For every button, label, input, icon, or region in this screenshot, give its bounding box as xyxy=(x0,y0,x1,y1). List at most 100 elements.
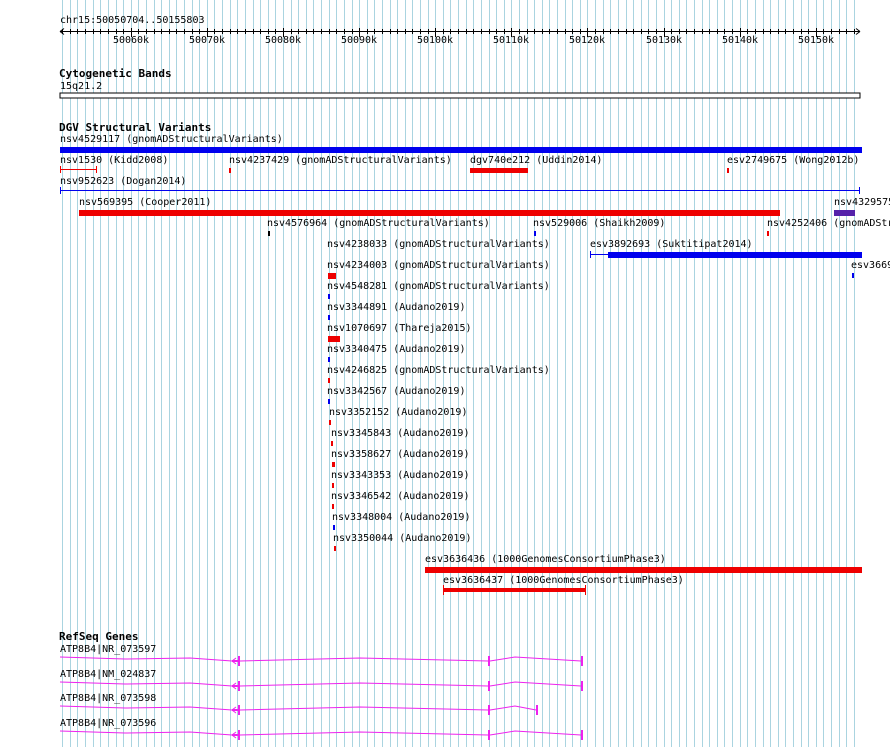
dgv-feature-esv3892693[interactable] xyxy=(590,251,862,258)
dgv-feature-nsv3352152[interactable] xyxy=(329,420,331,425)
dgv-feature-nsv3342567[interactable] xyxy=(328,399,330,404)
feature-start-cap xyxy=(590,251,591,258)
dgv-feature-label[interactable]: nsv4329575 xyxy=(834,197,890,208)
dgv-feature-label[interactable]: nsv4237429 (gnomADStructuralVariants) xyxy=(229,155,452,166)
dgv-feature-esv3669[interactable] xyxy=(852,273,854,278)
dgv-feature-label[interactable]: nsv3345843 (Audano2019) xyxy=(331,428,469,439)
dgv-feature-nsv4548281[interactable] xyxy=(328,294,330,299)
dgv-feature-label[interactable]: nsv3350044 (Audano2019) xyxy=(333,533,471,544)
dgv-feature-nsv569395[interactable] xyxy=(79,210,780,216)
dgv-feature-label[interactable]: nsv569395 (Cooper2011) xyxy=(79,197,211,208)
dgv-feature-label[interactable]: nsv4234003 (gnomADStructuralVariants) xyxy=(327,260,550,271)
dgv-feature-label[interactable]: nsv4246825 (gnomADStructuralVariants) xyxy=(327,365,550,376)
genome-browser-panel: chr15:50050704..50155803 50060k 50070k 500… xyxy=(0,0,890,747)
dgv-feature-label[interactable]: nsv3340475 (Audano2019) xyxy=(327,344,465,355)
dgv-feature-nsv4329575[interactable] xyxy=(834,210,855,216)
ruler-tick-label: 50100k xyxy=(416,35,454,46)
dgv-feature-nsv529006[interactable] xyxy=(534,231,536,236)
dgv-track-title: DGV Structural Variants xyxy=(59,121,212,134)
dgv-feature-nsv4529117[interactable] xyxy=(60,147,862,153)
dgv-feature-label[interactable]: nsv1070697 (Thareja2015) xyxy=(327,323,472,334)
exon xyxy=(488,705,490,715)
dgv-feature-label[interactable]: nsv3344891 (Audano2019) xyxy=(327,302,465,313)
dgv-feature-label[interactable]: nsv3343353 (Audano2019) xyxy=(331,470,469,481)
ruler-tick-label: 50130k xyxy=(645,35,683,46)
dgv-feature-nsv3346542[interactable] xyxy=(332,504,334,509)
dgv-feature-label[interactable]: nsv4252406 (gnomADStru xyxy=(767,218,890,229)
dgv-feature-label[interactable]: esv3636437 (1000GenomesConsortiumPhase3) xyxy=(443,575,684,586)
ruler-tick-label: 50090k xyxy=(340,35,378,46)
dgv-feature-esv3636436[interactable] xyxy=(425,567,862,573)
dgv-feature-label[interactable]: nsv3348004 (Audano2019) xyxy=(332,512,470,523)
dgv-feature-nsv1070697[interactable] xyxy=(328,336,340,342)
feature-start-cap xyxy=(60,187,61,194)
intron-line xyxy=(489,681,582,687)
refseq-track-title: RefSeq Genes xyxy=(59,630,139,643)
dgv-feature-nsv4246825[interactable] xyxy=(328,378,330,383)
intron-line xyxy=(59,705,233,711)
ruler-tick-label: 50140k xyxy=(721,35,759,46)
dgv-feature-label[interactable]: nsv3346542 (Audano2019) xyxy=(331,491,469,502)
dgv-feature-label[interactable]: esv2749675 (Wong2012b) xyxy=(727,155,859,166)
dgv-feature-nsv4234003[interactable] xyxy=(328,273,336,279)
dgv-feature-esv3636437[interactable] xyxy=(443,585,586,595)
exon xyxy=(488,681,490,691)
intron-line xyxy=(239,682,489,687)
exon xyxy=(232,709,240,711)
dgv-feature-label[interactable]: nsv4548281 (gnomADStructuralVariants) xyxy=(327,281,550,292)
feature-body xyxy=(608,252,862,258)
transcript-label[interactable]: ATP8B4|NR_073596 xyxy=(60,718,156,729)
exon xyxy=(488,730,490,740)
intron-line xyxy=(59,681,233,687)
feature-end-cap xyxy=(585,585,586,595)
transcript-ATP8B4|NR_073598[interactable] xyxy=(59,705,538,715)
dgv-feature-nsv952623[interactable] xyxy=(60,187,860,194)
feature-body xyxy=(443,588,586,592)
transcript-label[interactable]: ATP8B4|NR_073597 xyxy=(60,644,156,655)
dgv-feature-label[interactable]: nsv4238033 (gnomADStructuralVariants) xyxy=(327,239,550,250)
transcript-label[interactable]: ATP8B4|NR_073598 xyxy=(60,693,156,704)
feature-body xyxy=(60,169,97,170)
feature-end-cap xyxy=(96,166,97,173)
dgv-feature-label[interactable]: esv3669 xyxy=(851,260,890,271)
dgv-feature-label[interactable]: nsv1530 (Kidd2008) xyxy=(60,155,168,166)
feature-start-cap xyxy=(60,166,61,173)
feature-connector xyxy=(590,254,608,255)
dgv-feature-nsv3350044[interactable] xyxy=(334,546,336,551)
dgv-feature-nsv3358627[interactable] xyxy=(332,462,335,467)
dgv-feature-nsv3344891[interactable] xyxy=(328,315,330,320)
dgv-feature-label[interactable]: nsv529006 (Shaikh2009) xyxy=(533,218,665,229)
transcript-ATP8B4|NM_024837[interactable] xyxy=(59,681,583,691)
dgv-feature-label[interactable]: esv3892693 (Suktitipat2014) xyxy=(590,239,753,250)
dgv-feature-nsv3340475[interactable] xyxy=(328,357,330,362)
dgv-feature-label[interactable]: nsv3352152 (Audano2019) xyxy=(329,407,467,418)
dgv-feature-nsv1530[interactable] xyxy=(60,166,97,173)
exon xyxy=(232,685,240,687)
dgv-feature-label[interactable]: esv3636436 (1000GenomesConsortiumPhase3) xyxy=(425,554,666,565)
dgv-feature-nsv4237429[interactable] xyxy=(229,168,231,173)
dgv-feature-label[interactable]: nsv3342567 (Audano2019) xyxy=(327,386,465,397)
dgv-feature-nsv3343353[interactable] xyxy=(332,483,334,488)
dgv-feature-label[interactable]: dgv740e212 (Uddin2014) xyxy=(470,155,602,166)
intron-line xyxy=(489,656,582,662)
intron-line xyxy=(489,730,582,736)
dgv-feature-label[interactable]: nsv4576964 (gnomADStructuralVariants) xyxy=(267,218,490,229)
exon xyxy=(581,681,583,691)
transcript-ATP8B4|NR_073596[interactable] xyxy=(59,730,583,740)
dgv-feature-label[interactable]: nsv952623 (Dogan2014) xyxy=(60,176,186,187)
intron-line xyxy=(489,705,537,711)
ruler-tick-label: 50120k xyxy=(568,35,606,46)
transcript-ATP8B4|NR_073597[interactable] xyxy=(59,656,583,666)
dgv-feature-nsv3345843[interactable] xyxy=(331,441,333,446)
dgv-feature-esv2749675[interactable] xyxy=(727,168,729,173)
transcript-label[interactable]: ATP8B4|NM_024837 xyxy=(60,669,156,680)
dgv-feature-nsv4576964[interactable] xyxy=(268,231,270,236)
dgv-feature-nsv4252406[interactable] xyxy=(767,231,769,236)
dgv-feature-dgv740e212[interactable] xyxy=(470,168,528,173)
location-label: chr15:50050704..50155803 xyxy=(60,15,205,26)
feature-end-cap xyxy=(859,187,860,194)
dgv-feature-label[interactable]: nsv4529117 (gnomADStructuralVariants) xyxy=(60,134,283,145)
ruler-tick-label: 50110k xyxy=(492,35,530,46)
dgv-feature-nsv3348004[interactable] xyxy=(333,525,335,530)
dgv-feature-label[interactable]: nsv3358627 (Audano2019) xyxy=(331,449,469,460)
